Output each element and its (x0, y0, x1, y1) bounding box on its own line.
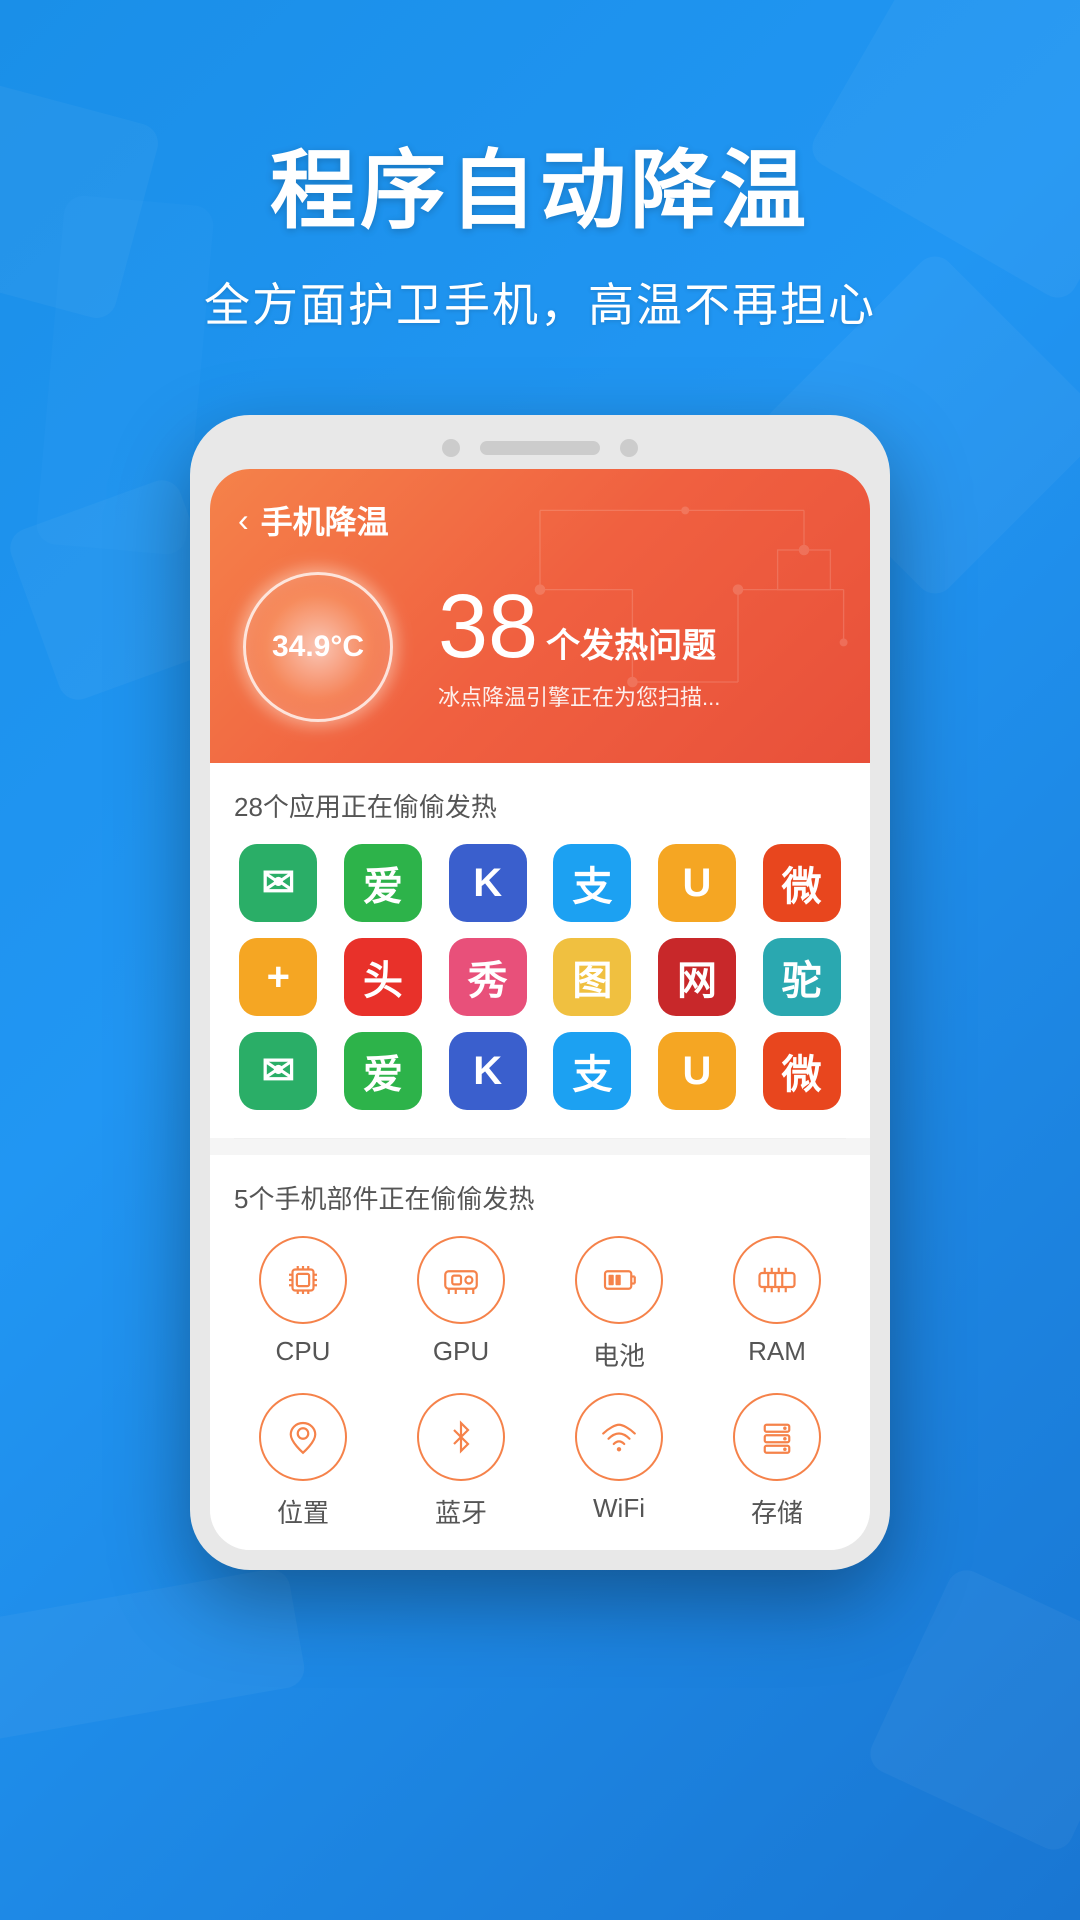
phone-screen: ‹ 手机降温 34.9°C 38 个发热问题 (210, 469, 870, 1550)
app-icon-wrapper: K (443, 1032, 532, 1110)
hw-label: 蓝牙 (435, 1493, 487, 1530)
app-icon-wrapper: 图 (548, 938, 637, 1016)
hw-icon-cpu (259, 1236, 347, 1324)
hw-item-2: 位置 (234, 1393, 372, 1530)
app-icon[interactable]: 头 (344, 938, 422, 1016)
app-icon-wrapper: 爱 (339, 1032, 428, 1110)
app-icon[interactable]: 爱 (344, 1032, 422, 1110)
app-icon-wrapper: U (653, 844, 742, 922)
hw-grid-1: CPU GPU 电池 (234, 1236, 846, 1373)
hw-label: 位置 (277, 1493, 329, 1530)
app-icon-wrapper: 微 (757, 844, 846, 922)
app-icon-wrapper: 驼 (757, 938, 846, 1016)
phone-camera (442, 439, 460, 457)
phone-camera-right (620, 439, 638, 457)
app-icon[interactable]: 支 (553, 1032, 631, 1110)
divider (234, 1138, 846, 1139)
hardware-section: 5个手机部件正在偷偷发热 CPU GPU (210, 1155, 870, 1550)
app-icon[interactable]: 支 (553, 844, 631, 922)
hw-grid-2: 位置 蓝牙 WiFi (234, 1393, 846, 1530)
app-icon[interactable]: 驼 (763, 938, 841, 1016)
app-icon-wrapper: ✉ (234, 844, 323, 922)
hw-label: CPU (276, 1336, 331, 1367)
app-icon[interactable]: 图 (553, 938, 631, 1016)
temperature-value: 34.9°C (272, 630, 364, 664)
app-icon[interactable]: 网 (658, 938, 736, 1016)
hw-item: RAM (708, 1236, 846, 1373)
hw-label: RAM (748, 1336, 806, 1367)
app-icon[interactable]: K (449, 844, 527, 922)
app-icon-wrapper: K (443, 844, 532, 922)
hero-title: 程序自动降温 (204, 120, 876, 245)
temperature-circle: 34.9°C (238, 567, 398, 727)
app-icon[interactable]: ✉ (239, 844, 317, 922)
app-icon[interactable]: ✉ (239, 1032, 317, 1110)
hw-icon-gpu (417, 1236, 505, 1324)
app-icon-wrapper: 支 (548, 1032, 637, 1110)
app-icon-wrapper: ✉ (234, 1032, 323, 1110)
app-icon[interactable]: 微 (763, 1032, 841, 1110)
hw-item: GPU (392, 1236, 530, 1373)
app-icon-wrapper: 头 (339, 938, 428, 1016)
app-icon[interactable]: 爱 (344, 844, 422, 922)
app-icon-wrapper: 网 (653, 938, 742, 1016)
hw-icon-ram (733, 1236, 821, 1324)
app-icon[interactable]: U (658, 1032, 736, 1110)
hw-item: CPU (234, 1236, 372, 1373)
scan-description: 冰点降温引擎正在为您扫描... (438, 680, 720, 712)
app-icon-wrapper: 支 (548, 844, 637, 922)
apps-grid: ✉爱K支U微+头秀图网驼✉爱K支U微 (234, 844, 846, 1110)
app-icon[interactable]: + (239, 938, 317, 1016)
hw-label: WiFi (593, 1493, 645, 1524)
hw-icon-storage (733, 1393, 821, 1481)
hw-label: 电池 (593, 1336, 645, 1373)
hw-icon-location (259, 1393, 347, 1481)
app-icon-wrapper: U (653, 1032, 742, 1110)
app-icon-wrapper: + (234, 938, 323, 1016)
hero-subtitle: 全方面护卫手机，高温不再担心 (204, 269, 876, 335)
hardware-section-title: 5个手机部件正在偷偷发热 (234, 1179, 846, 1216)
phone-top-bar (210, 439, 870, 457)
app-icon[interactable]: 微 (763, 844, 841, 922)
hero-section: 程序自动降温 全方面护卫手机，高温不再担心 (204, 120, 876, 335)
hw-label: 存储 (751, 1493, 803, 1530)
hw-item-2: 蓝牙 (392, 1393, 530, 1530)
hw-item-2: WiFi (550, 1393, 688, 1530)
hw-icon-bluetooth (417, 1393, 505, 1481)
screen-title: 手机降温 (261, 497, 389, 543)
app-icon-wrapper: 爱 (339, 844, 428, 922)
hw-item: 电池 (550, 1236, 688, 1373)
phone-speaker (480, 441, 600, 455)
app-icon[interactable]: K (449, 1032, 527, 1110)
app-icon-wrapper: 微 (757, 1032, 846, 1110)
hw-item-2: 存储 (708, 1393, 846, 1530)
hw-label: GPU (433, 1336, 489, 1367)
hw-icon-wifi (575, 1393, 663, 1481)
apps-section: 28个应用正在偷偷发热 ✉爱K支U微+头秀图网驼✉爱K支U微 (210, 763, 870, 1138)
app-header: ‹ 手机降温 34.9°C 38 个发热问题 (210, 469, 870, 763)
back-button[interactable]: ‹ (238, 502, 249, 539)
app-icon[interactable]: 秀 (449, 938, 527, 1016)
app-icon-wrapper: 秀 (443, 938, 532, 1016)
phone-mockup: ‹ 手机降温 34.9°C 38 个发热问题 (190, 415, 890, 1570)
app-icon[interactable]: U (658, 844, 736, 922)
hw-icon-battery (575, 1236, 663, 1324)
apps-section-title: 28个应用正在偷偷发热 (234, 787, 846, 824)
